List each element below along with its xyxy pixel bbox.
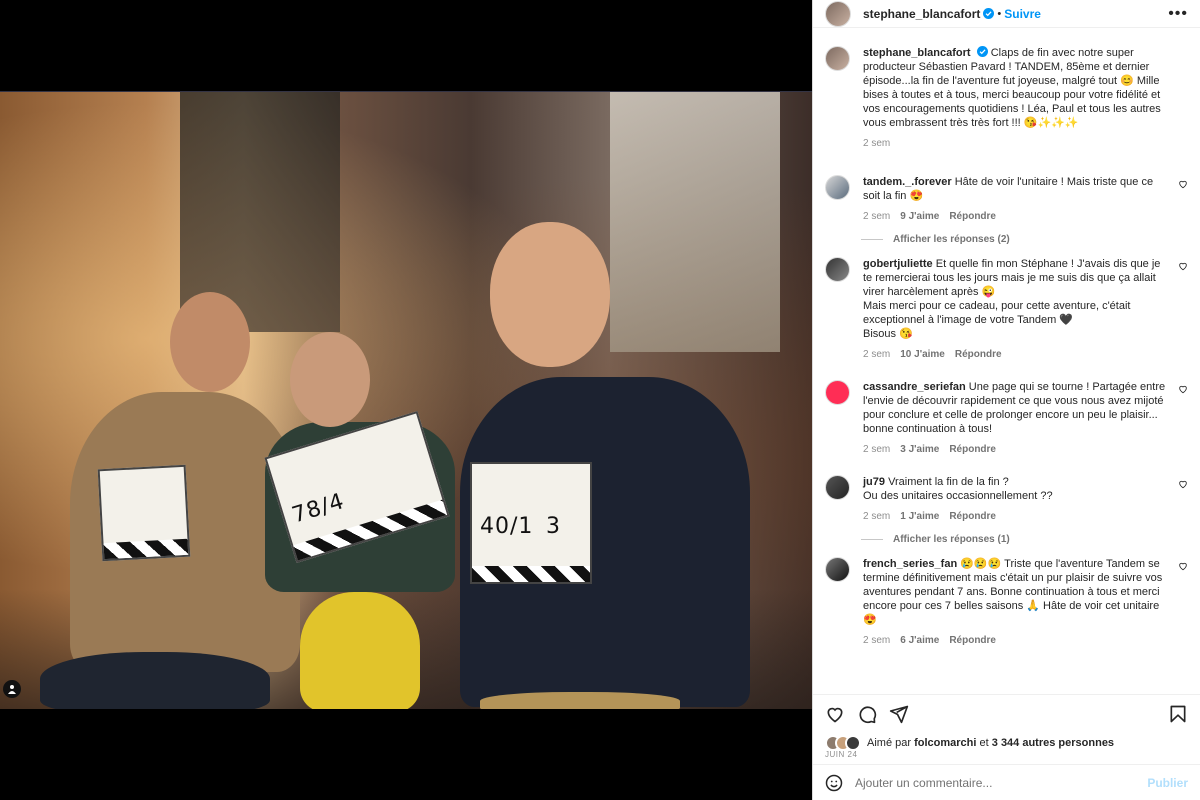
author-username[interactable]: stephane_blancafort [863, 7, 980, 21]
comment-likes[interactable]: 6 J'aime [900, 634, 939, 648]
person-left-legs [40, 652, 270, 709]
comment-avatar[interactable] [825, 175, 850, 200]
comment-item: ju79 Vraiment la fin de la fin ? Ou des … [825, 475, 1188, 536]
reply-button[interactable]: Répondre [949, 634, 996, 648]
caption-avatar[interactable] [825, 46, 850, 71]
comment-text-line2: Mais merci pour ce cadeau, pour cette av… [863, 300, 1131, 326]
clapper-number-right: 40/1 [480, 514, 534, 539]
post-photo[interactable]: 78/4 40/1 3 [0, 91, 812, 709]
comment-icon[interactable] [857, 704, 877, 724]
add-comment-bar: Publier [813, 764, 1200, 800]
comment-likes[interactable]: 1 J'aime [900, 510, 939, 524]
heart-icon[interactable] [1178, 561, 1188, 571]
person-middle-legs [300, 592, 420, 709]
heart-icon[interactable] [1178, 261, 1188, 271]
clapper-number-middle: 78/4 [289, 488, 348, 529]
post-caption: stephane_blancafort Claps de fin avec no… [825, 46, 1188, 163]
comment-time: 2 sem [863, 349, 891, 360]
person-right-head [490, 222, 610, 367]
comment-item: tandem._.forever Hâte de voir l'unitaire… [825, 175, 1188, 236]
comment-text-line2: Ou des unitaires occasionnellement ?? [863, 490, 1053, 502]
reply-button[interactable]: Répondre [949, 443, 996, 457]
person-middle-head [290, 332, 370, 427]
liked-by-prefix: Aimé par [867, 737, 912, 749]
reply-button[interactable]: Répondre [949, 210, 996, 224]
comment-input[interactable] [855, 775, 1148, 790]
post-header: stephane_blancafort • Suivre ••• [813, 0, 1200, 28]
verified-icon [983, 8, 995, 19]
instagram-post-modal: 78/4 40/1 3 stephane_blancafort • Suivre… [0, 0, 1200, 800]
comment-item: cassandre_seriefan Une page qui se tourn… [825, 380, 1188, 469]
liked-by-others[interactable]: 3 344 autres personnes [992, 737, 1114, 749]
comment-time: 2 sem [863, 511, 891, 522]
reply-button[interactable]: Répondre [955, 348, 1002, 362]
user-tag-icon [8, 685, 16, 694]
comment-avatar[interactable] [825, 475, 850, 500]
comment-username[interactable]: gobertjuliette [863, 258, 933, 270]
publish-button[interactable]: Publier [1147, 776, 1188, 790]
liked-by-connector: et [979, 737, 989, 749]
clapperboard-left [97, 464, 191, 562]
clapper-number-right-2: 3 [546, 514, 561, 539]
emoji-icon[interactable] [825, 774, 843, 792]
comment-username[interactable]: cassandre_seriefan [863, 381, 966, 393]
post-media-area: 78/4 40/1 3 [0, 0, 812, 800]
comment-item: french_series_fan 😢😢😢 Triste que l'avent… [825, 557, 1188, 660]
caption-time: 2 sem [863, 138, 891, 149]
liked-by-user[interactable]: folcomarchi [914, 737, 976, 749]
comment-time: 2 sem [863, 635, 891, 646]
heart-icon[interactable] [825, 704, 845, 724]
reply-button[interactable]: Répondre [949, 510, 996, 524]
post-date[interactable]: JUIN 24 [813, 750, 1200, 764]
comment-username[interactable]: tandem._.forever [863, 176, 952, 188]
comment-text: Vraiment la fin de la fin ? [888, 476, 1009, 488]
comment-username[interactable]: ju79 [863, 476, 885, 488]
comment-item: gobertjuliette Et quelle fin mon Stéphan… [825, 257, 1188, 374]
comment-avatar[interactable] [825, 380, 850, 405]
comments-list[interactable]: stephane_blancafort Claps de fin avec no… [813, 28, 1200, 694]
separator-dot: • [997, 7, 1002, 20]
liker-avatars[interactable] [825, 735, 861, 751]
heart-icon[interactable] [1178, 479, 1188, 489]
user-tag-button[interactable] [3, 680, 21, 698]
share-icon[interactable] [889, 704, 909, 724]
comment-avatar[interactable] [825, 557, 850, 582]
caption-text: Claps de fin avec notre super producteur… [863, 47, 1161, 129]
post-actions-bar [813, 694, 1200, 732]
author-avatar[interactable] [825, 0, 851, 27]
person-right-legs [480, 692, 680, 709]
caption-username[interactable]: stephane_blancafort [863, 47, 971, 59]
comment-time: 2 sem [863, 211, 891, 222]
heart-icon[interactable] [1178, 384, 1188, 394]
comment-text-line3: Bisous 😘 [863, 328, 913, 340]
follow-button[interactable]: Suivre [1004, 7, 1041, 21]
comment-time: 2 sem [863, 444, 891, 455]
background-screen [610, 92, 780, 352]
comment-likes[interactable]: 9 J'aime [900, 210, 939, 224]
comment-likes[interactable]: 10 J'aime [900, 348, 945, 362]
more-icon[interactable]: ••• [1168, 5, 1188, 23]
clapperboard-right: 40/1 3 [470, 462, 592, 584]
comment-username[interactable]: french_series_fan [863, 558, 957, 570]
person-left-head [170, 292, 250, 392]
comment-avatar[interactable] [825, 257, 850, 282]
post-side-panel: stephane_blancafort • Suivre ••• stephan… [812, 0, 1200, 800]
heart-icon[interactable] [1178, 179, 1188, 189]
verified-icon [976, 46, 988, 57]
comment-likes[interactable]: 3 J'aime [900, 443, 939, 457]
bookmark-icon[interactable] [1168, 704, 1188, 724]
